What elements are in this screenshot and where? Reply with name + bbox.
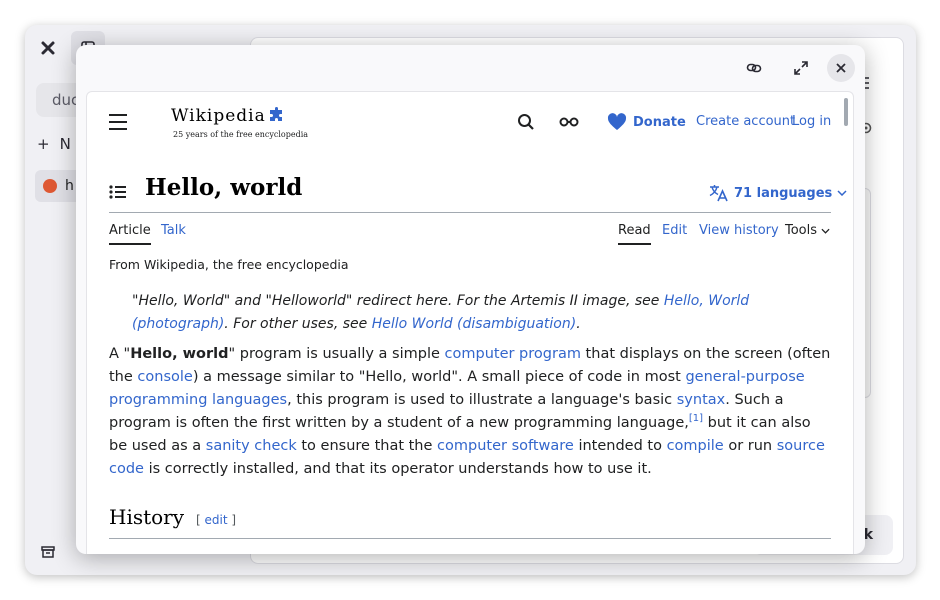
languages-button[interactable]: 71 languages bbox=[709, 184, 847, 202]
section-divider bbox=[109, 538, 831, 539]
body-text: or run bbox=[723, 438, 777, 454]
scrollbar[interactable] bbox=[844, 98, 848, 126]
search-icon[interactable] bbox=[517, 113, 535, 135]
create-account-link[interactable]: Create account bbox=[696, 114, 795, 129]
duckduckgo-icon bbox=[43, 179, 57, 193]
main-menu-icon[interactable] bbox=[109, 114, 127, 130]
tab-label: h bbox=[65, 178, 74, 194]
donate-label: Donate bbox=[633, 114, 686, 130]
hatnote-text: "Hello, World" and "Helloworld" redirect… bbox=[132, 293, 664, 309]
translate-icon bbox=[709, 185, 728, 202]
body-text: " program is usually a simple bbox=[228, 346, 445, 362]
bracket-close: ] bbox=[227, 513, 237, 527]
hatnote: "Hello, World" and "Helloworld" redirect… bbox=[132, 290, 822, 336]
wikipedia-wordmark: Wikipedia bbox=[171, 106, 266, 126]
wikipedia-tagline: 25 years of the free encyclopedia bbox=[173, 130, 309, 139]
site-subtitle: From Wikipedia, the free encyclopedia bbox=[109, 257, 349, 272]
article-lead-paragraph: A "Hello, world" program is usually a si… bbox=[109, 343, 831, 481]
link-icon[interactable] bbox=[740, 54, 768, 82]
section-edit-link[interactable]: edit bbox=[205, 513, 228, 527]
link-sanity-check[interactable]: sanity check bbox=[206, 438, 297, 454]
donate-link[interactable]: Donate bbox=[607, 113, 686, 131]
tools-label: Tools bbox=[785, 223, 818, 238]
new-tab-label: N bbox=[59, 135, 71, 153]
body-text: A " bbox=[109, 346, 131, 362]
tools-dropdown[interactable]: Tools bbox=[785, 223, 830, 243]
tab-view-history[interactable]: View history bbox=[699, 223, 779, 243]
bracket-open: [ bbox=[196, 513, 205, 527]
plus-icon: + bbox=[37, 135, 50, 153]
body-text: , this program is used to illustrate a l… bbox=[287, 392, 677, 408]
tab-read[interactable]: Read bbox=[618, 223, 651, 245]
extensions-icon[interactable] bbox=[31, 31, 65, 65]
preview-popup: Wikipedia 25 years of the free encyclope… bbox=[76, 45, 865, 554]
bold-term: Hello, world bbox=[130, 346, 229, 362]
section-title: History bbox=[109, 505, 185, 529]
chevron-down-icon bbox=[837, 190, 847, 196]
archive-icon[interactable] bbox=[31, 535, 65, 569]
reading-glasses-icon[interactable] bbox=[559, 114, 579, 134]
body-text: is correctly installed, and that its ope… bbox=[143, 461, 652, 477]
body-text: ) a message similar to "Hello, world". A… bbox=[192, 369, 686, 385]
expand-icon[interactable] bbox=[787, 54, 815, 82]
tab-article[interactable]: Article bbox=[109, 223, 151, 245]
tab-edit[interactable]: Edit bbox=[662, 223, 687, 243]
languages-label: 71 languages bbox=[734, 185, 833, 201]
section-heading-history: History [ edit ] bbox=[109, 505, 236, 529]
link-console[interactable]: console bbox=[137, 369, 192, 385]
heart-icon bbox=[607, 113, 627, 130]
body-text: to ensure that the bbox=[296, 438, 438, 454]
table-of-contents-icon[interactable] bbox=[109, 184, 127, 204]
wikipedia-logo[interactable]: Wikipedia 25 years of the free encyclope… bbox=[171, 106, 308, 139]
hatnote-link-disambiguation[interactable]: Hello World (disambiguation) bbox=[372, 316, 576, 332]
new-tab-button[interactable]: + N bbox=[37, 135, 71, 153]
link-syntax[interactable]: syntax bbox=[677, 392, 725, 408]
hatnote-text: . bbox=[576, 316, 581, 332]
section-edit: [ edit ] bbox=[196, 513, 236, 527]
link-computer-software[interactable]: computer software bbox=[437, 438, 574, 454]
link-compile[interactable]: compile bbox=[667, 438, 724, 454]
body-text: intended to bbox=[573, 438, 667, 454]
wikipedia-page: Wikipedia 25 years of the free encyclope… bbox=[86, 91, 854, 554]
page-title: Hello, world bbox=[145, 174, 303, 201]
popup-toolbar bbox=[76, 45, 865, 91]
tab-talk[interactable]: Talk bbox=[161, 223, 186, 243]
puzzle-globe-icon bbox=[269, 107, 282, 121]
hatnote-text: . For other uses, see bbox=[224, 316, 372, 332]
close-icon[interactable] bbox=[827, 54, 855, 82]
reference-1[interactable]: [1] bbox=[689, 413, 703, 424]
chevron-down-icon bbox=[821, 228, 830, 234]
title-divider bbox=[109, 212, 831, 213]
log-in-link[interactable]: Log in bbox=[792, 114, 831, 129]
link-computer-program[interactable]: computer program bbox=[445, 346, 581, 362]
back-button-label: k bbox=[863, 527, 873, 543]
